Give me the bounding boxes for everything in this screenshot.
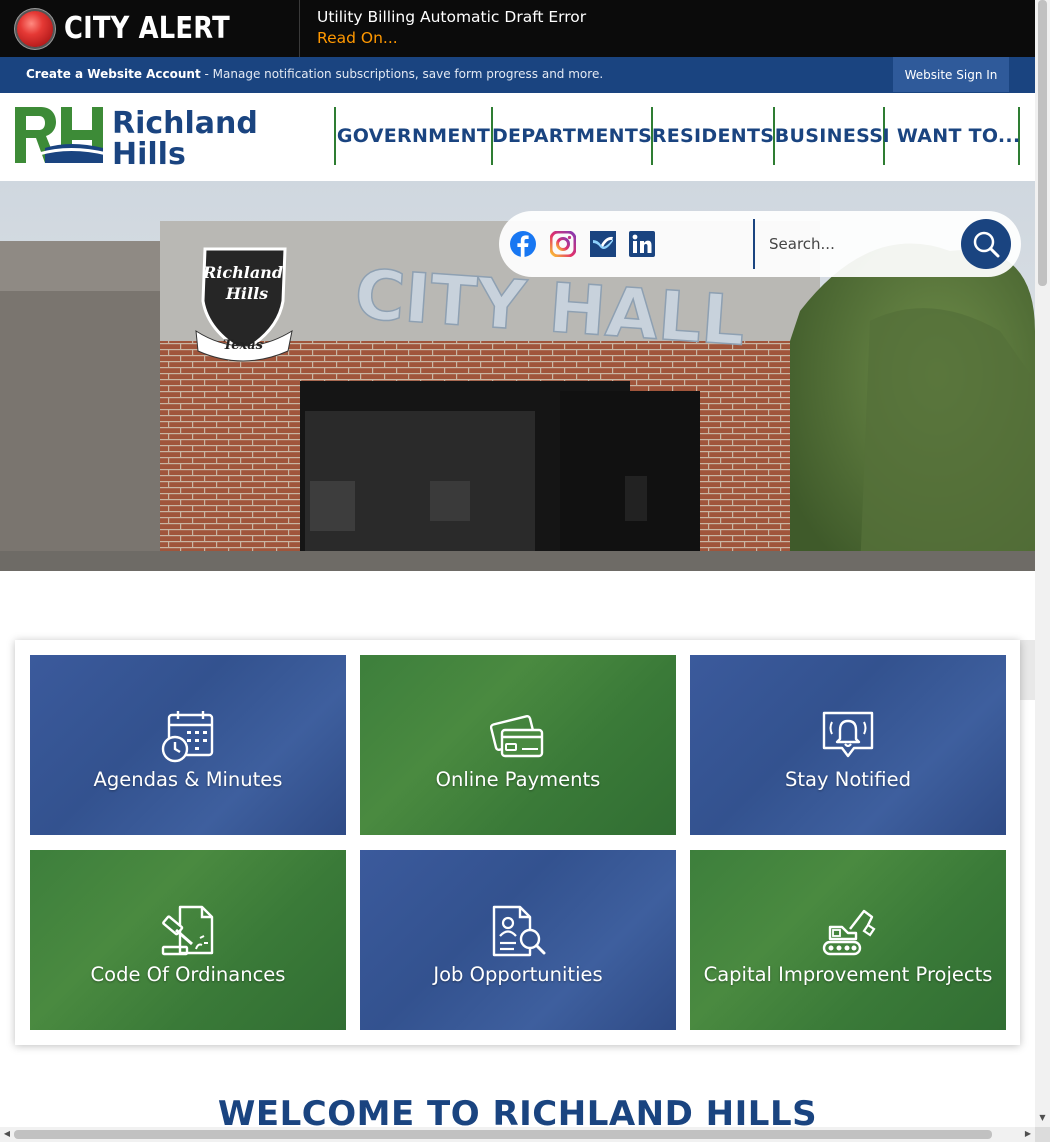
alert-bar: CITY ALERT Utility Billing Automatic Dra… bbox=[0, 0, 1035, 57]
gavel-document-icon bbox=[161, 905, 214, 955]
linkedin-icon[interactable] bbox=[629, 231, 655, 257]
document-search-icon bbox=[492, 905, 546, 956]
credit-card-icon bbox=[490, 714, 544, 757]
nav-item-i-want-to[interactable]: I WANT TO... bbox=[883, 107, 1020, 165]
facebook-icon[interactable] bbox=[510, 231, 536, 257]
tile-capital-improvement-projects[interactable]: Capital Improvement Projects bbox=[690, 850, 1006, 1030]
website-sign-in-button[interactable]: Website Sign In bbox=[893, 57, 1009, 92]
tile-agendas-minutes[interactable]: Agendas & Minutes bbox=[30, 655, 346, 835]
horizontal-scrollbar-thumb[interactable] bbox=[14, 1130, 992, 1139]
alert-header[interactable]: CITY ALERT bbox=[0, 0, 300, 57]
seal-line2: Hills bbox=[225, 284, 268, 303]
logo-line1: Richland bbox=[112, 106, 258, 141]
rh-monogram-icon bbox=[15, 107, 108, 163]
alert-content: Utility Billing Automatic Draft Error Re… bbox=[300, 0, 586, 57]
emergency-beacon-icon bbox=[17, 10, 53, 47]
hero-banner: CITY HALL Richland Hills Texas bbox=[0, 181, 1035, 571]
scroll-left-arrow-icon[interactable]: ◀ bbox=[1, 1128, 13, 1140]
search-button[interactable] bbox=[961, 219, 1011, 269]
site-header: Richland Hills GOVERNMENT DEPARTMENTS RE… bbox=[0, 93, 1035, 181]
tile-label: Capital Improvement Projects bbox=[703, 962, 993, 986]
tile-label: Job Opportunities bbox=[433, 962, 603, 986]
search-icon bbox=[973, 231, 1000, 258]
nav-item-government[interactable]: GOVERNMENT bbox=[334, 107, 491, 165]
alert-message[interactable]: Utility Billing Automatic Draft Error bbox=[317, 7, 586, 27]
scrollbar-corner bbox=[1035, 1127, 1050, 1142]
nextdoor-icon[interactable] bbox=[590, 231, 616, 257]
account-bar: Create a Website Account - Manage notifi… bbox=[0, 57, 1035, 93]
alert-title: CITY ALERT bbox=[64, 11, 230, 46]
nav-item-residents[interactable]: RESIDENTS bbox=[651, 107, 774, 165]
account-description: - Manage notification subscriptions, sav… bbox=[200, 67, 604, 81]
richland-hills-logo[interactable]: Richland Hills bbox=[15, 104, 265, 166]
excavator-icon bbox=[822, 909, 876, 955]
scroll-right-arrow-icon[interactable]: ▶ bbox=[1022, 1128, 1034, 1140]
bell-notification-icon bbox=[822, 711, 874, 757]
search-input[interactable] bbox=[761, 226, 951, 262]
create-account-link[interactable]: Create a Website Account bbox=[26, 67, 201, 81]
tile-label: Agendas & Minutes bbox=[93, 767, 283, 791]
instagram-icon[interactable] bbox=[550, 231, 576, 257]
logo-line2: Hills bbox=[112, 137, 186, 166]
tile-label: Code Of Ordinances bbox=[90, 962, 286, 986]
main-navigation: GOVERNMENT DEPARTMENTS RESIDENTS BUSINES… bbox=[334, 107, 1020, 165]
vertical-scrollbar-thumb[interactable] bbox=[1038, 0, 1047, 286]
tile-label: Stay Notified bbox=[785, 767, 911, 791]
nav-item-departments[interactable]: DEPARTMENTS bbox=[491, 107, 652, 165]
tile-job-opportunities[interactable]: Job Opportunities bbox=[360, 850, 676, 1030]
scroll-down-arrow-icon[interactable]: ▼ bbox=[1038, 1113, 1047, 1123]
calendar-clock-icon bbox=[161, 710, 214, 762]
search-and-social-bar bbox=[499, 211, 1021, 277]
tile-label: Online Payments bbox=[435, 767, 601, 791]
section-background bbox=[1020, 640, 1035, 700]
alert-read-on-link[interactable]: Read On... bbox=[317, 27, 586, 49]
seal-ribbon: Texas bbox=[223, 338, 264, 353]
tile-online-payments[interactable]: Online Payments bbox=[360, 655, 676, 835]
nav-item-business[interactable]: BUSINESS bbox=[773, 107, 883, 165]
city-seal-icon: Richland Hills Texas bbox=[195, 247, 293, 362]
quick-links-panel: Agendas & Minutes Online Payments Stay N… bbox=[15, 640, 1020, 1045]
tile-stay-notified[interactable]: Stay Notified bbox=[690, 655, 1006, 835]
tile-code-of-ordinances[interactable]: Code Of Ordinances bbox=[30, 850, 346, 1030]
search-divider bbox=[753, 219, 755, 269]
account-bar-text: Create a Website Account - Manage notifi… bbox=[26, 67, 603, 81]
seal-line1: Richland bbox=[202, 263, 283, 282]
